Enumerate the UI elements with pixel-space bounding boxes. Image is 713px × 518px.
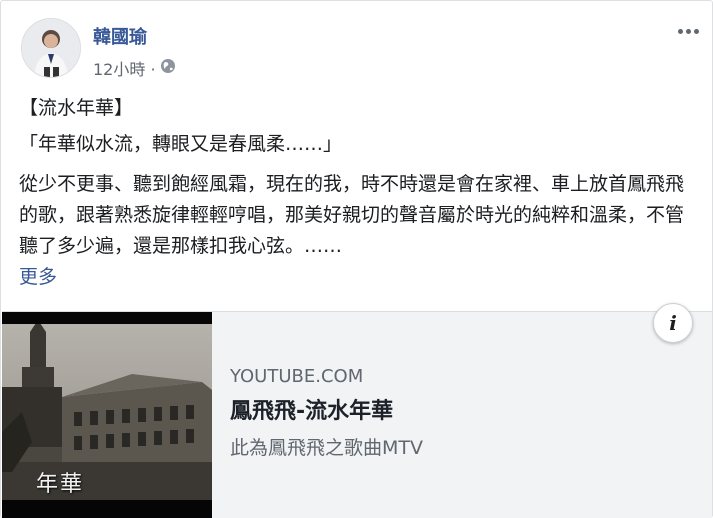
link-domain: YOUTUBE.COM bbox=[230, 366, 364, 387]
see-more-link[interactable]: 更多 bbox=[19, 266, 57, 288]
globe-icon bbox=[160, 58, 176, 78]
post-body: 從少不更事、聽到飽經風霜，現在的我，時不時還是會在家裡、車上放首鳳飛飛的歌，跟著… bbox=[19, 169, 699, 293]
link-card-info[interactable]: YOUTUBE.COM 鳳飛飛-流水年華 此為鳳飛飛之歌曲MTV bbox=[230, 366, 690, 460]
building-image bbox=[2, 312, 212, 518]
post-title-line: 【流水年華】 bbox=[19, 97, 134, 119]
link-preview-card[interactable]: 年華 YOUTUBE.COM 鳳飛飛-流水年華 此為鳳飛飛之歌曲MTV bbox=[2, 311, 712, 518]
letterbox-bottom bbox=[2, 500, 212, 518]
video-thumbnail[interactable]: 年華 bbox=[2, 312, 212, 518]
post-quote-line: 「年華似水流，轉眼又是春風柔……」 bbox=[19, 133, 343, 155]
post-text: 【流水年華】 「年華似水流，轉眼又是春風柔……」 從少不更事、聽到飽經風霜，現在… bbox=[19, 93, 699, 293]
post-meta: 12小時 · bbox=[93, 56, 176, 80]
more-options-icon[interactable] bbox=[673, 21, 703, 41]
facebook-post: 韓國瑜 12小時 · 【流水年華】 「年華似水流，轉眼又是春風柔……」 從少不更… bbox=[0, 0, 713, 518]
link-title[interactable]: 鳳飛飛-流水年華 bbox=[230, 393, 690, 425]
link-description: 此為鳳飛飛之歌曲MTV bbox=[230, 437, 423, 459]
post-timestamp[interactable]: 12小時 · bbox=[93, 56, 156, 80]
author-name[interactable]: 韓國瑜 bbox=[93, 23, 147, 49]
info-icon[interactable]: i bbox=[653, 303, 693, 343]
letterbox-top bbox=[2, 312, 212, 324]
thumbnail-caption: 年華 bbox=[36, 472, 85, 497]
avatar-photo bbox=[22, 19, 80, 77]
post-body-text: 從少不更事、聽到飽經風霜，現在的我，時不時還是會在家裡、車上放首鳳飛飛的歌，跟著… bbox=[19, 173, 685, 257]
avatar[interactable] bbox=[21, 18, 81, 78]
